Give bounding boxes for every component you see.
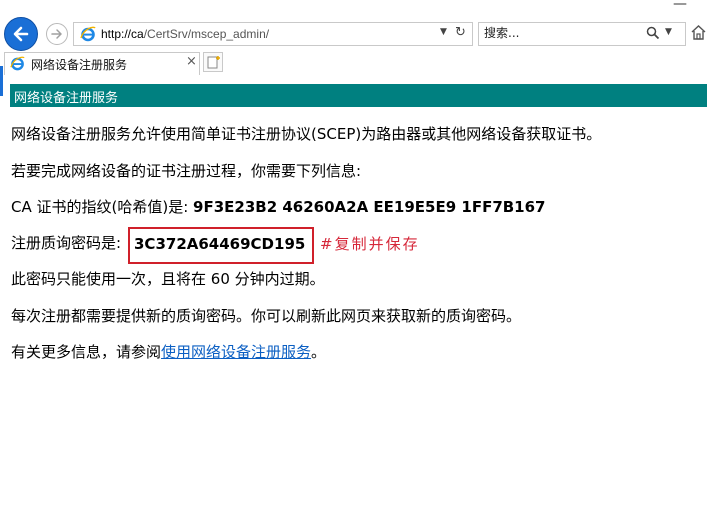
minimize-button[interactable]: — xyxy=(673,0,687,12)
banner-title: 网络设备注册服务 xyxy=(14,91,119,106)
sidebar-edge xyxy=(0,66,3,96)
more-info-prefix: 有关更多信息，请参阅 xyxy=(11,343,162,361)
browser-chrome: — http://ca/CertSrv/mscep_admin/ ▼ ↻ ▼ xyxy=(0,0,707,96)
more-info-suffix: 。 xyxy=(311,343,327,361)
challenge-password[interactable]: 3C372A64469CD195 xyxy=(134,235,305,253)
thumbprint-line: CA 证书的指纹(哈希值)是: 9F3E23B2 46260A2A EE19E5… xyxy=(11,198,546,216)
url-host: http://ca xyxy=(101,27,144,41)
search-dropdown-icon[interactable]: ▼ xyxy=(665,27,672,37)
new-tab-button[interactable] xyxy=(203,52,223,72)
expiry-note: 此密码只能使用一次，且将在 60 分钟内过期。 xyxy=(11,270,325,288)
ie-logo-icon xyxy=(80,26,96,42)
thumbprint-value: 9F3E23B2 46260A2A EE19E5E9 1FF7B167 xyxy=(193,198,546,216)
back-button[interactable] xyxy=(4,17,38,51)
search-icon[interactable] xyxy=(646,26,660,40)
tab-active[interactable]: 网络设备注册服务 × xyxy=(4,52,200,75)
refresh-note: 每次注册都需要提供新的质询密码。你可以刷新此网页来获取新的质询密码。 xyxy=(11,307,522,325)
page-banner: 网络设备注册服务 xyxy=(10,84,707,107)
ie-logo-icon xyxy=(10,56,25,71)
forward-button[interactable] xyxy=(46,23,68,45)
more-info-link[interactable]: 使用网络设备注册服务 xyxy=(161,343,311,361)
forward-arrow-icon xyxy=(51,29,62,39)
url-path: /CertSrv/mscep_admin/ xyxy=(143,27,270,41)
address-bar[interactable]: http://ca/CertSrv/mscep_admin/ ▼ ↻ xyxy=(73,22,473,46)
search-box[interactable]: ▼ xyxy=(478,22,686,46)
challenge-label: 注册质询密码是: xyxy=(11,234,122,252)
thumbprint-label: CA 证书的指纹(哈希值)是: xyxy=(11,198,194,216)
challenge-highlight-box: 3C372A64469CD195 xyxy=(128,227,314,264)
annotation-note: #复制并保存 xyxy=(320,235,420,253)
refresh-icon[interactable]: ↻ xyxy=(455,25,466,40)
search-input[interactable] xyxy=(484,26,644,40)
dropdown-icon[interactable]: ▼ xyxy=(440,27,447,37)
back-arrow-icon xyxy=(13,26,29,42)
more-info-line: 有关更多信息，请参阅使用网络设备注册服务。 xyxy=(11,343,326,361)
home-icon[interactable] xyxy=(690,24,707,41)
intro-text: 网络设备注册服务允许使用简单证书注册协议(SCEP)为路由器或其他网络设备获取证… xyxy=(11,125,602,143)
need-info-text: 若要完成网络设备的证书注册过程，你需要下列信息: xyxy=(11,162,362,180)
tab-label: 网络设备注册服务 xyxy=(31,58,128,72)
url-text[interactable]: http://ca/CertSrv/mscep_admin/ xyxy=(101,27,269,41)
new-tab-icon xyxy=(207,56,220,69)
close-icon[interactable]: × xyxy=(186,54,197,69)
